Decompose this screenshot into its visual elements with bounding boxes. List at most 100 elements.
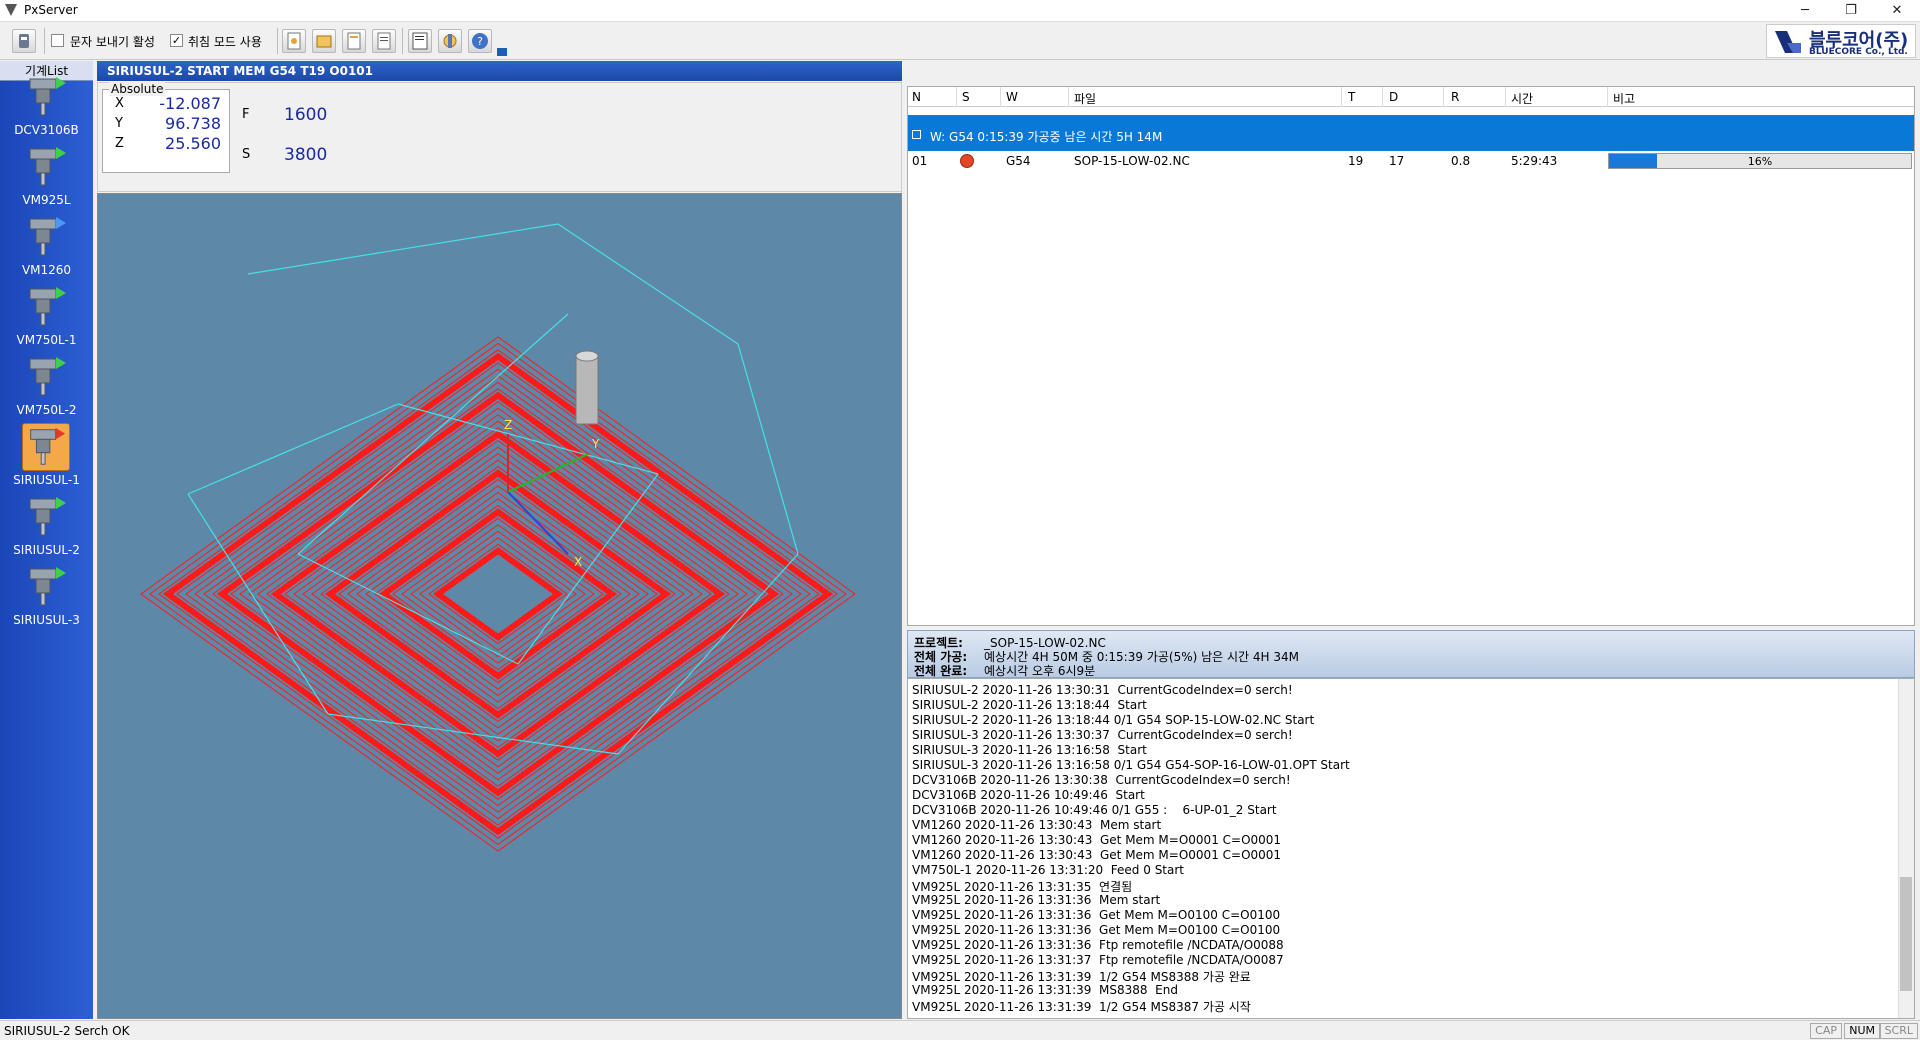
y-axis-label: Y bbox=[591, 437, 600, 451]
machine-list-sidebar: 기계List DCV3106B VM925L VM1260 VM750L-1 VM750… bbox=[0, 61, 93, 1019]
toolpath-contour bbox=[216, 391, 780, 797]
group-summary: W: G54 0:15:39 가공중 남은 시간 5H 14M bbox=[930, 130, 1163, 144]
rapid-move-line bbox=[557, 223, 739, 345]
cnc-machine-icon bbox=[29, 77, 66, 116]
spindle-label: S bbox=[242, 147, 251, 162]
col-s[interactable]: S bbox=[962, 90, 970, 104]
machine-item[interactable]: DCV3106B bbox=[0, 71, 93, 141]
x-axis-label: X bbox=[115, 96, 124, 111]
col-n[interactable]: N bbox=[912, 90, 921, 104]
machine-label: SIRIUSUL-2 bbox=[13, 543, 80, 557]
machine-label: DCV3106B bbox=[14, 123, 79, 137]
svg-text:?: ? bbox=[477, 35, 483, 48]
help-button[interactable]: ? bbox=[468, 29, 492, 53]
machine-item[interactable]: VM750L-2 bbox=[0, 351, 93, 421]
feed-label: F bbox=[242, 107, 250, 122]
machine-label: VM925L bbox=[22, 193, 71, 207]
log-line: VM925L 2020-11-26 13:31:36 Mem start bbox=[912, 893, 1161, 907]
log-panel[interactable]: SIRIUSUL-2 2020-11-26 13:30:31 CurrentGc… bbox=[907, 678, 1915, 1019]
col-d[interactable]: D bbox=[1389, 90, 1398, 104]
machine-item[interactable]: VM925L bbox=[0, 141, 93, 211]
log-line: SIRIUSUL-2 2020-11-26 13:30:31 CurrentGc… bbox=[912, 683, 1293, 697]
title-bar: PxServer ─ ❐ ✕ bbox=[0, 0, 1920, 22]
list-button[interactable] bbox=[372, 29, 396, 53]
machine-status-header: SIRIUSUL-2 START MEM G54 T19 O0101 bbox=[97, 61, 902, 81]
job-t: 19 bbox=[1348, 154, 1364, 168]
report-button[interactable] bbox=[408, 29, 432, 53]
z-value: 25.560 bbox=[165, 134, 221, 153]
log-line: VM925L 2020-11-26 13:31:39 1/2 G54 MS838… bbox=[912, 1000, 1251, 1014]
col-time[interactable]: 시간 bbox=[1511, 90, 1533, 107]
toolpath-contour bbox=[432, 547, 564, 641]
log-line: VM1260 2020-11-26 13:30:43 Mem start bbox=[912, 818, 1162, 832]
log-scrollbar[interactable] bbox=[1898, 679, 1914, 1018]
cancel-mode-checkbox[interactable]: ✓ bbox=[170, 34, 183, 47]
z-axis-label: Z bbox=[115, 136, 124, 151]
job-file: SOP-15-LOW-02.NC bbox=[1074, 154, 1190, 168]
project-summary: 프로젝트: _SOP-15-LOW-02.NC 전체 가공: 예상시간 4H 50M… bbox=[907, 630, 1915, 678]
log-line: VM925L 2020-11-26 13:31:36 Get Mem M=O01… bbox=[912, 908, 1281, 922]
log-line: DCV3106B 2020-11-26 10:49:46 Start bbox=[912, 788, 1145, 802]
y-axis-label: Y bbox=[115, 116, 123, 131]
cnc-machine-icon bbox=[29, 287, 66, 326]
cancel-mode-label: 취침 모드 사용 bbox=[188, 35, 262, 49]
toolpath-contour bbox=[356, 491, 640, 697]
cnc-machine-icon bbox=[29, 497, 66, 536]
job-progress-bar: 16% bbox=[1608, 153, 1912, 169]
cnc-machine-icon bbox=[29, 567, 66, 606]
save-button[interactable] bbox=[342, 29, 366, 53]
job-w: G54 bbox=[1006, 154, 1031, 168]
scrollbar-thumb[interactable] bbox=[1900, 877, 1912, 991]
log-line: VM750L-1 2020-11-26 13:31:20 Feed 0 Star… bbox=[912, 863, 1185, 877]
log-line: SIRIUSUL-2 2020-11-26 13:18:44 Start bbox=[912, 698, 1147, 712]
total-complete-value: 예상시각 오후 6시9분 bbox=[984, 664, 1096, 678]
machine-label: SIRIUSUL-3 bbox=[13, 613, 80, 627]
sms-label: 문자 보내기 활성 bbox=[70, 35, 155, 49]
log-line: VM925L 2020-11-26 13:31:36 Get Mem M=O01… bbox=[912, 923, 1281, 937]
toolbar-overflow-chevron-icon[interactable] bbox=[497, 48, 507, 56]
col-file[interactable]: 파일 bbox=[1074, 90, 1096, 107]
status-bar: SIRIUSUL-2 Serch OK CAP NUM SCRL bbox=[0, 1020, 1920, 1040]
machine-item[interactable]: SIRIUSUL-1 bbox=[0, 421, 93, 491]
job-n: 01 bbox=[912, 154, 928, 168]
log-line: DCV3106B 2020-11-26 13:30:38 CurrentGcod… bbox=[912, 773, 1291, 787]
help-icon: ? bbox=[472, 33, 488, 49]
col-r[interactable]: R bbox=[1451, 90, 1459, 104]
cnc-machine-icon bbox=[22, 423, 70, 471]
toolpath-viewport[interactable]: Z Y X bbox=[97, 193, 902, 1019]
col-w[interactable]: W bbox=[1006, 90, 1018, 104]
view-button[interactable] bbox=[282, 29, 306, 53]
toolpath-contour bbox=[392, 517, 604, 671]
open-button[interactable] bbox=[312, 29, 336, 53]
toolpath-drawing: Z Y X bbox=[140, 223, 856, 852]
col-note[interactable]: 비고 bbox=[1613, 90, 1635, 107]
close-button[interactable]: ✕ bbox=[1874, 0, 1920, 22]
window-title: PxServer bbox=[24, 3, 78, 17]
connect-button[interactable] bbox=[12, 29, 36, 53]
toolpath-contour bbox=[203, 381, 793, 807]
machine-label: VM1260 bbox=[21, 263, 72, 277]
toolpath-contour bbox=[158, 349, 838, 839]
collapse-icon[interactable] bbox=[912, 130, 921, 139]
absolute-legend: Absolute bbox=[109, 82, 166, 96]
restore-button[interactable]: ❐ bbox=[1828, 0, 1874, 22]
page-icon bbox=[287, 32, 301, 50]
report-icon bbox=[412, 32, 428, 50]
machine-item[interactable]: VM750L-1 bbox=[0, 281, 93, 351]
table-row[interactable]: 01 G54 SOP-15-LOW-02.NC 19 17 0.8 5:29:4… bbox=[908, 151, 1914, 171]
job-group-row[interactable]: W: G54 0:15:39 가공중 남은 시간 5H 14M bbox=[908, 115, 1914, 151]
log-line: VM925L 2020-11-26 13:31:37 Ftp remotefil… bbox=[912, 953, 1284, 967]
sms-checkbox[interactable] bbox=[51, 34, 64, 47]
settings-button[interactable] bbox=[438, 29, 462, 53]
machine-item[interactable]: SIRIUSUL-2 bbox=[0, 491, 93, 561]
feed-value: 1600 bbox=[284, 105, 328, 125]
x-value: -12.087 bbox=[159, 94, 221, 113]
job-d: 17 bbox=[1389, 154, 1405, 168]
log-line: SIRIUSUL-3 2020-11-26 13:16:58 Start bbox=[912, 743, 1147, 757]
toolpath-contour bbox=[401, 524, 595, 664]
col-t[interactable]: T bbox=[1348, 90, 1355, 104]
machine-item[interactable]: VM1260 bbox=[0, 211, 93, 281]
machine-item[interactable]: SIRIUSUL-3 bbox=[0, 561, 93, 631]
minimize-button[interactable]: ─ bbox=[1782, 0, 1828, 22]
job-table-header: N S W 파일 T D R 시간 비고 bbox=[908, 87, 1914, 107]
